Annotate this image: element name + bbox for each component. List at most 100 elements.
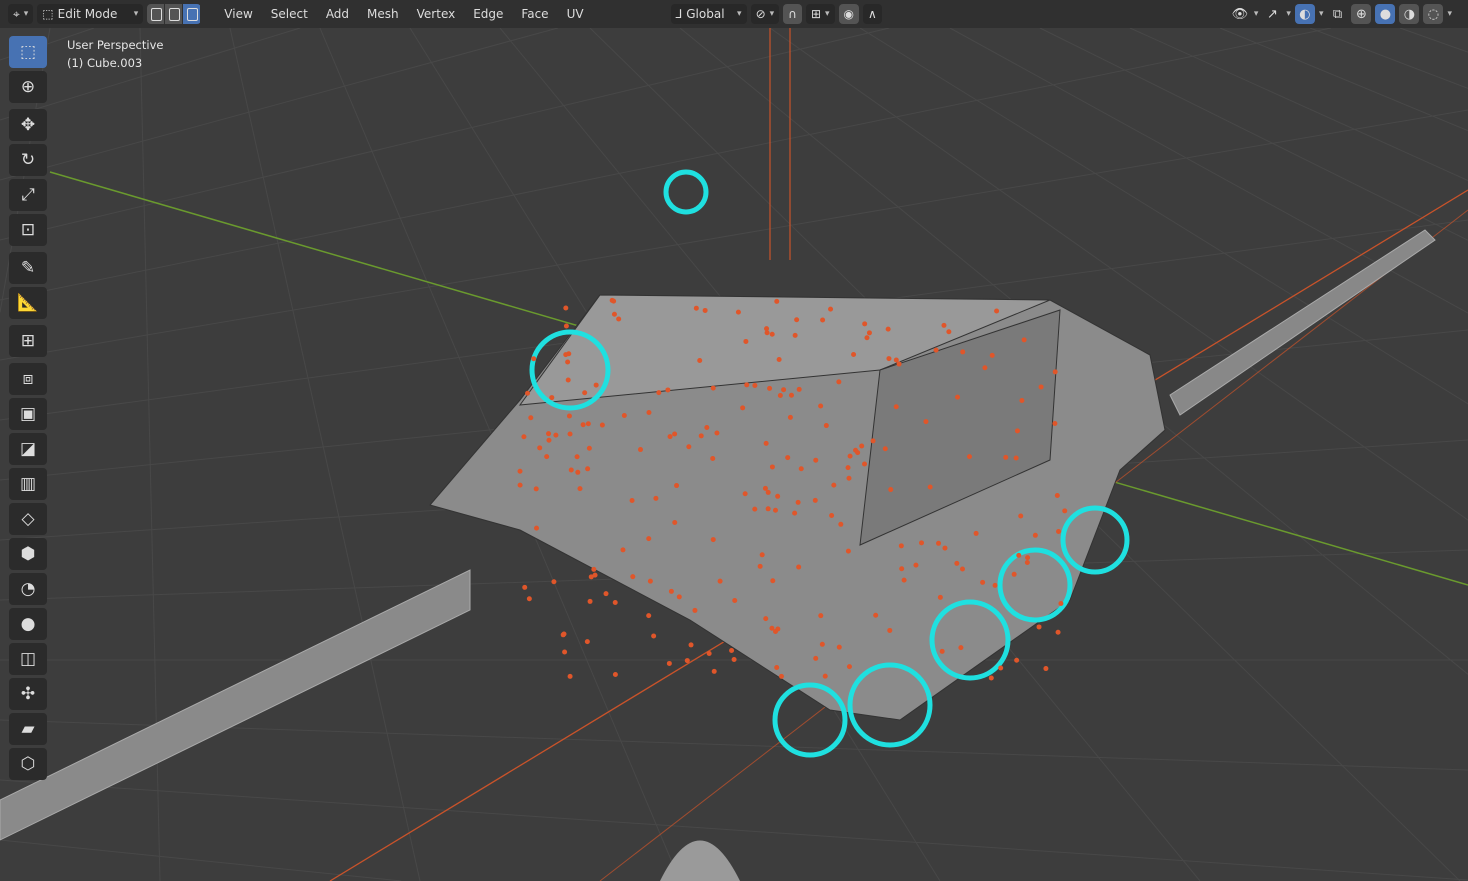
vertex-dot: [553, 432, 559, 438]
shear-tool[interactable]: ▰: [9, 713, 47, 745]
shrink-fatten-tool[interactable]: ✣: [9, 678, 47, 710]
gizmo-icon[interactable]: ↗: [1262, 4, 1282, 24]
edge-slide-tool[interactable]: ◫: [9, 643, 47, 675]
vertex-dot: [563, 323, 569, 329]
menu-uv[interactable]: UV: [560, 4, 591, 24]
menu-add[interactable]: Add: [319, 4, 356, 24]
falloff-dropdown[interactable]: ∧: [863, 4, 882, 24]
vertex-dot: [846, 664, 852, 670]
vertex-dot: [794, 317, 800, 323]
rotate-tool[interactable]: ↻: [9, 144, 47, 176]
bevel-tool[interactable]: ◪: [9, 433, 47, 465]
knife-tool[interactable]: ◇: [9, 503, 47, 535]
vertex-dot: [1036, 624, 1042, 630]
vertex-dot: [551, 579, 557, 585]
cursor-tool[interactable]: ⊕: [9, 71, 47, 103]
select-mode-group: [147, 4, 201, 24]
snap-target-dropdown[interactable]: ⊞ ▾: [805, 4, 835, 24]
proportional-edit-toggle[interactable]: ◉: [838, 4, 860, 24]
vertex-dot: [686, 444, 692, 450]
vertex-dot: [777, 393, 783, 399]
vertex-dot: [526, 596, 532, 602]
snap-toggle[interactable]: ∩: [783, 4, 802, 24]
select-box-tool[interactable]: ⬚: [9, 36, 47, 68]
vertex-dot: [772, 507, 778, 513]
view-name: User Perspective: [67, 38, 164, 52]
vertex-dot: [836, 379, 842, 385]
loop-cut-tool[interactable]: ▥: [9, 468, 47, 500]
editor-type-button[interactable]: ⌖ ▾: [8, 4, 34, 24]
vertex-dot: [942, 545, 948, 551]
overlay-icon[interactable]: ◐: [1294, 4, 1315, 24]
wireframe-shading-icon[interactable]: ⊕: [1351, 4, 1372, 24]
rendered-shading-icon[interactable]: ◌: [1423, 4, 1444, 24]
3d-viewport[interactable]: [0, 28, 1468, 881]
menu-view[interactable]: View: [217, 4, 259, 24]
inset-tool[interactable]: ▣: [9, 398, 47, 430]
vertex-dot: [819, 641, 825, 647]
menu-select[interactable]: Select: [264, 4, 315, 24]
chevron-down-icon[interactable]: ▾: [1286, 9, 1291, 19]
vertex-dot: [1003, 454, 1009, 460]
transform-tool[interactable]: ⊡: [9, 214, 47, 246]
pivot-point-dropdown[interactable]: ⊘ ▾: [750, 4, 780, 24]
chevron-down-icon[interactable]: ▾: [1447, 9, 1452, 19]
vertex-dot: [563, 352, 569, 358]
edge-select-button[interactable]: [165, 4, 183, 24]
add-cube-tool[interactable]: ⊞: [9, 325, 47, 357]
spin-tool[interactable]: ◔: [9, 573, 47, 605]
extrude-tool[interactable]: ⧈: [9, 363, 47, 395]
vertex-dot: [603, 591, 609, 597]
vertex-dot: [888, 487, 894, 493]
vertex-dot: [838, 521, 844, 527]
xray-icon[interactable]: ⧉: [1327, 4, 1347, 24]
vertex-dot: [710, 537, 716, 543]
vertex-dot: [845, 465, 851, 471]
annotate-icon: ✎: [20, 258, 36, 278]
falloff-curve-icon: ∧: [868, 7, 877, 21]
vertex-dot: [584, 639, 590, 645]
vertex-dot: [918, 540, 924, 546]
annotate-tool[interactable]: ✎: [9, 252, 47, 284]
scale-tool[interactable]: ⤢: [9, 179, 47, 211]
vertex-dot: [612, 599, 618, 605]
face-select-button[interactable]: [183, 4, 201, 24]
chevron-down-icon[interactable]: ▾: [1319, 9, 1324, 19]
visibility-icon[interactable]: 👁: [1230, 4, 1250, 24]
menu-vertex[interactable]: Vertex: [410, 4, 463, 24]
vertex-dot: [767, 385, 773, 391]
vertex-dot: [769, 464, 775, 470]
vertex-dot: [1016, 552, 1022, 558]
vertex-dot: [1013, 455, 1019, 461]
vertex-dot: [913, 562, 919, 568]
vertex-dot: [1052, 369, 1058, 375]
menu-face[interactable]: Face: [514, 4, 555, 24]
vertex-dot: [885, 326, 891, 332]
grid-line: [1129, 28, 1468, 182]
vertex-select-button[interactable]: [147, 4, 165, 24]
chevron-down-icon: ▾: [769, 9, 775, 19]
vertex-dot: [831, 482, 837, 488]
chevron-down-icon[interactable]: ▾: [1254, 9, 1259, 19]
vertex-dot: [651, 633, 657, 639]
snap-increment-icon: ⊞: [810, 7, 822, 21]
move-tool[interactable]: ✥: [9, 109, 47, 141]
mode-dropdown[interactable]: ⬚ Edit Mode ▾: [37, 4, 144, 24]
vertex-dot: [1014, 657, 1020, 663]
vertex-dot: [629, 498, 635, 504]
vertex-dot: [656, 390, 662, 396]
menu-mesh[interactable]: Mesh: [360, 4, 406, 24]
vertex-dot: [704, 425, 710, 431]
vertex-dot: [549, 395, 555, 401]
material-shading-icon[interactable]: ◑: [1399, 4, 1420, 24]
solid-shading-icon[interactable]: ●: [1375, 4, 1396, 24]
measure-tool[interactable]: 📐: [9, 287, 47, 319]
vertex-dot: [563, 305, 569, 311]
transform-orientation-dropdown[interactable]: ⅃ Global ▾: [670, 4, 747, 24]
smooth-tool[interactable]: ●: [9, 608, 47, 640]
rip-tool[interactable]: ⬡: [9, 748, 47, 780]
orientation-label: Global: [686, 7, 725, 21]
menu-edge[interactable]: Edge: [466, 4, 510, 24]
vertex-dot: [743, 338, 749, 344]
poly-build-tool[interactable]: ⬢: [9, 538, 47, 570]
